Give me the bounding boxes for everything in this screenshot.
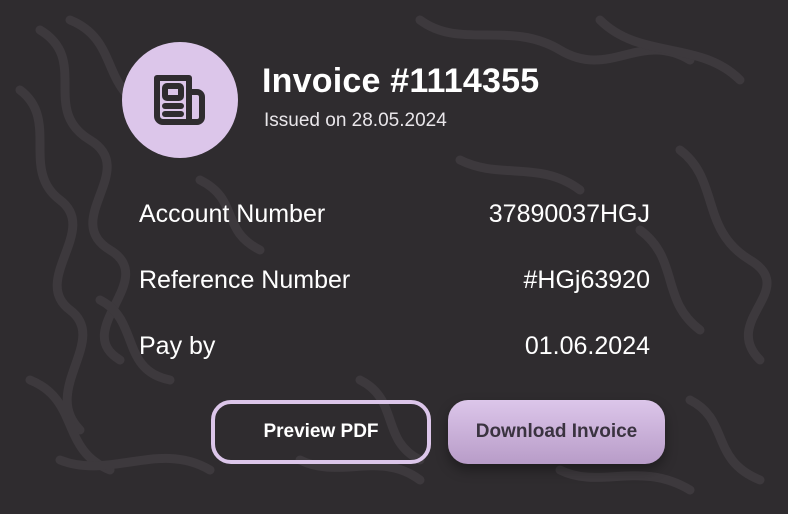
preview-pdf-button[interactable]: Preview PDF <box>211 400 431 464</box>
detail-value: 01.06.2024 <box>524 332 650 360</box>
detail-row-pay-by: Pay by 01.06.2024 <box>139 332 650 361</box>
issued-date: Issued on 28.05.2024 <box>264 110 447 131</box>
detail-row-reference: Reference Number #HGj63920 <box>139 266 650 295</box>
detail-label: Reference Number <box>139 266 351 294</box>
detail-value: 37890037HGJ <box>488 200 650 228</box>
newspaper-icon <box>154 75 205 125</box>
detail-label: Pay by <box>139 332 216 360</box>
detail-value: #HGj63920 <box>523 266 650 294</box>
invoice-card: Invoice #1114355 Issued on 28.05.2024 Ac… <box>0 0 788 514</box>
download-invoice-button[interactable]: Download Invoice <box>448 400 665 464</box>
detail-row-account: Account Number 37890037HGJ <box>139 200 650 229</box>
detail-label: Account Number <box>139 200 326 228</box>
invoice-title: Invoice #1114355 <box>262 62 540 100</box>
invoice-icon-badge <box>122 42 238 158</box>
